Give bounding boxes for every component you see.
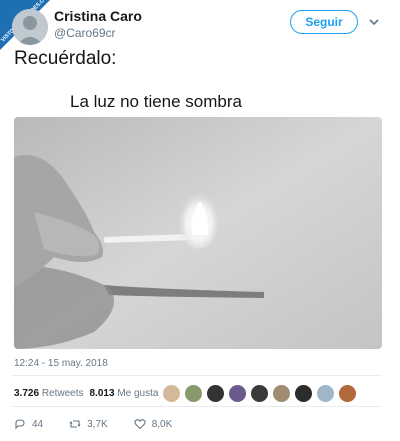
liker-avatar[interactable] [206,384,225,403]
like-count: 8,0K [151,418,173,430]
quoted-caption: La luz no tiene sombra [70,92,242,111]
likers-avatars [162,384,357,403]
divider [12,375,382,376]
liker-avatar[interactable] [250,384,269,403]
avatar[interactable] [12,9,48,45]
liker-avatar[interactable] [162,384,181,403]
reply-icon [15,419,25,430]
like-button[interactable]: 8,0K [134,418,173,430]
retweet-icon [69,420,81,428]
tweet-text: Recuérdalo: [14,48,117,69]
retweets-label: Retweets [41,388,84,399]
retweet-count: 3,7K [87,418,108,430]
liker-avatar[interactable] [338,384,357,403]
retweets-stat[interactable]: 3.726 Retweets [14,388,84,399]
likes-label: Me gusta [117,388,159,399]
tweet-photo[interactable] [14,117,382,349]
liker-avatar[interactable] [294,384,313,403]
liker-avatar[interactable] [272,384,291,403]
divider [12,406,382,407]
reply-button[interactable]: 44 [14,418,43,430]
liker-avatar[interactable] [184,384,203,403]
user-name[interactable]: Cristina Caro [54,8,142,24]
chevron-down-icon[interactable] [368,15,380,27]
retweets-count: 3.726 [14,388,40,399]
likes-stat[interactable]: 8.013 Me gusta [90,388,159,399]
retweet-button[interactable]: 3,7K [69,418,108,430]
engagement-stats: 3.726 Retweets 8.013 Me gusta [14,388,158,399]
reply-count: 44 [32,418,44,430]
follow-button-label: Seguir [305,15,343,29]
tweet-timestamp[interactable]: 12:24 - 15 may. 2018 [14,358,108,369]
user-handle[interactable]: @Caro69cr [54,26,116,40]
liker-avatar[interactable] [228,384,247,403]
follow-button[interactable]: Seguir [290,10,358,34]
action-bar: 44 3,7K 8,0K [14,418,198,430]
liker-avatar[interactable] [316,384,335,403]
likes-count: 8.013 [89,388,115,399]
heart-icon [134,419,146,430]
